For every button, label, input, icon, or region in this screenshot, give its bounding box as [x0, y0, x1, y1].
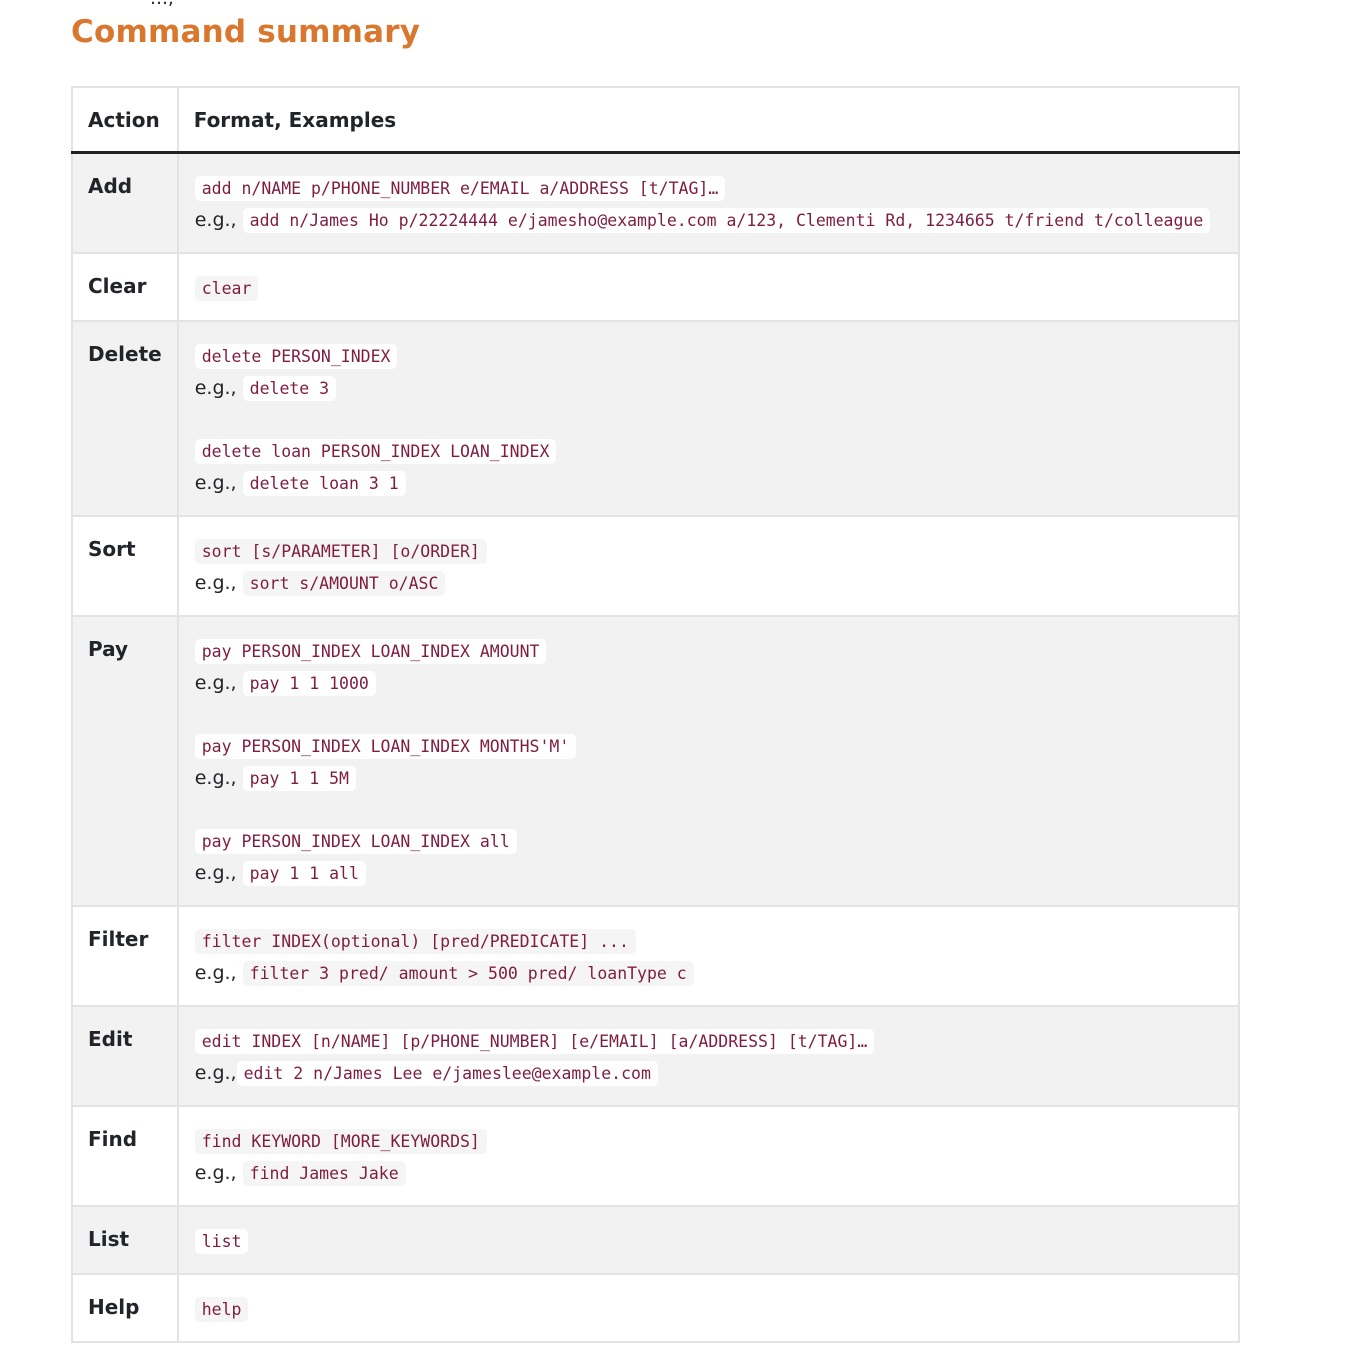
- format-cell: help: [176, 1273, 1241, 1343]
- action-cell: Add: [71, 151, 179, 254]
- format-cell: sort [s/PARAMETER] [o/ORDER] e.g., sort …: [176, 515, 1241, 617]
- action-cell: Help: [71, 1273, 179, 1343]
- example-code: pay 1 1 5M: [242, 766, 356, 791]
- eg-label: e.g.,: [194, 767, 237, 789]
- table-header-row: Action Format, Examples: [71, 86, 1241, 154]
- example-code: sort s/AMOUNT o/ASC: [242, 571, 446, 596]
- format-code: add n/NAME p/PHONE_NUMBER e/EMAIL a/ADDR…: [194, 176, 726, 201]
- format-code: pay PERSON_INDEX LOAN_INDEX AMOUNT: [194, 639, 547, 664]
- eg-label: e.g.,: [194, 472, 237, 494]
- format-code: delete PERSON_INDEX: [194, 344, 398, 369]
- command-summary-table: Action Format, Examples Add add n/NAME p…: [71, 86, 1241, 1343]
- format-cell: delete PERSON_INDEX e.g., delete 3 delet…: [176, 320, 1241, 517]
- eg-label: e.g.,: [194, 862, 237, 884]
- eg-label: e.g.,: [194, 377, 237, 399]
- format-cell: edit INDEX [n/NAME] [p/PHONE_NUMBER] [e/…: [176, 1005, 1241, 1107]
- format-code: list: [194, 1229, 249, 1254]
- action-cell: Filter: [71, 905, 179, 1007]
- action-cell: Sort: [71, 515, 179, 617]
- table-row-list: List list: [71, 1205, 1241, 1275]
- action-cell: Pay: [71, 615, 179, 907]
- format-cell: filter INDEX(optional) [pred/PREDICATE] …: [176, 905, 1241, 1007]
- table-row-delete: Delete delete PERSON_INDEX e.g., delete …: [71, 320, 1241, 517]
- format-cell: add n/NAME p/PHONE_NUMBER e/EMAIL a/ADDR…: [176, 151, 1241, 254]
- table-row-find: Find find KEYWORD [MORE_KEYWORDS] e.g., …: [71, 1105, 1241, 1207]
- eg-label: e.g.,: [194, 672, 237, 694]
- example-code: filter 3 pred/ amount > 500 pred/ loanTy…: [242, 961, 694, 986]
- action-cell: Clear: [71, 252, 179, 322]
- eg-label: e.g.,: [194, 1062, 237, 1084]
- eg-label: e.g.,: [194, 209, 237, 231]
- action-cell: Delete: [71, 320, 179, 517]
- example-code: add n/James Ho p/22224444 e/jamesho@exam…: [242, 208, 1211, 233]
- example-code: delete 3: [242, 376, 337, 401]
- action-cell: Edit: [71, 1005, 179, 1107]
- format-code: delete loan PERSON_INDEX LOAN_INDEX: [194, 439, 557, 464]
- example-code: pay 1 1 1000: [242, 671, 376, 696]
- format-code: pay PERSON_INDEX LOAN_INDEX MONTHS'M': [194, 734, 577, 759]
- format-cell: pay PERSON_INDEX LOAN_INDEX AMOUNT e.g.,…: [176, 615, 1241, 907]
- table-row-filter: Filter filter INDEX(optional) [pred/PRED…: [71, 905, 1241, 1007]
- format-code: help: [194, 1297, 249, 1322]
- table-row-edit: Edit edit INDEX [n/NAME] [p/PHONE_NUMBER…: [71, 1005, 1241, 1107]
- eg-label: e.g.,: [194, 572, 237, 594]
- table-row-sort: Sort sort [s/PARAMETER] [o/ORDER] e.g., …: [71, 515, 1241, 617]
- eg-label: e.g.,: [194, 1162, 237, 1184]
- example-code: pay 1 1 all: [242, 861, 366, 886]
- format-code: filter INDEX(optional) [pred/PREDICATE] …: [194, 929, 636, 954]
- example-code: edit 2 n/James Lee e/jameslee@example.co…: [236, 1061, 658, 1086]
- header-action: Action: [71, 86, 179, 154]
- table-row-pay: Pay pay PERSON_INDEX LOAN_INDEX AMOUNT e…: [71, 615, 1241, 907]
- format-code: find KEYWORD [MORE_KEYWORDS]: [194, 1129, 487, 1154]
- format-cell: clear: [176, 252, 1241, 322]
- header-format-examples: Format, Examples: [176, 86, 1241, 154]
- example-code: find James Jake: [242, 1161, 406, 1186]
- action-cell: List: [71, 1205, 179, 1275]
- format-cell: find KEYWORD [MORE_KEYWORDS] e.g., find …: [176, 1105, 1241, 1207]
- format-code: sort [s/PARAMETER] [o/ORDER]: [194, 539, 487, 564]
- previous-section-fragment: …,: [150, 0, 174, 9]
- eg-label: e.g.,: [194, 962, 237, 984]
- format-code: edit INDEX [n/NAME] [p/PHONE_NUMBER] [e/…: [194, 1029, 875, 1054]
- format-code: pay PERSON_INDEX LOAN_INDEX all: [194, 829, 517, 854]
- section-title: Command summary: [71, 14, 421, 50]
- format-code: clear: [194, 276, 259, 301]
- table-row-help: Help help: [71, 1273, 1241, 1343]
- action-cell: Find: [71, 1105, 179, 1207]
- table-row-add: Add add n/NAME p/PHONE_NUMBER e/EMAIL a/…: [71, 151, 1241, 254]
- example-code: delete loan 3 1: [242, 471, 406, 496]
- table-row-clear: Clear clear: [71, 252, 1241, 322]
- format-cell: list: [176, 1205, 1241, 1275]
